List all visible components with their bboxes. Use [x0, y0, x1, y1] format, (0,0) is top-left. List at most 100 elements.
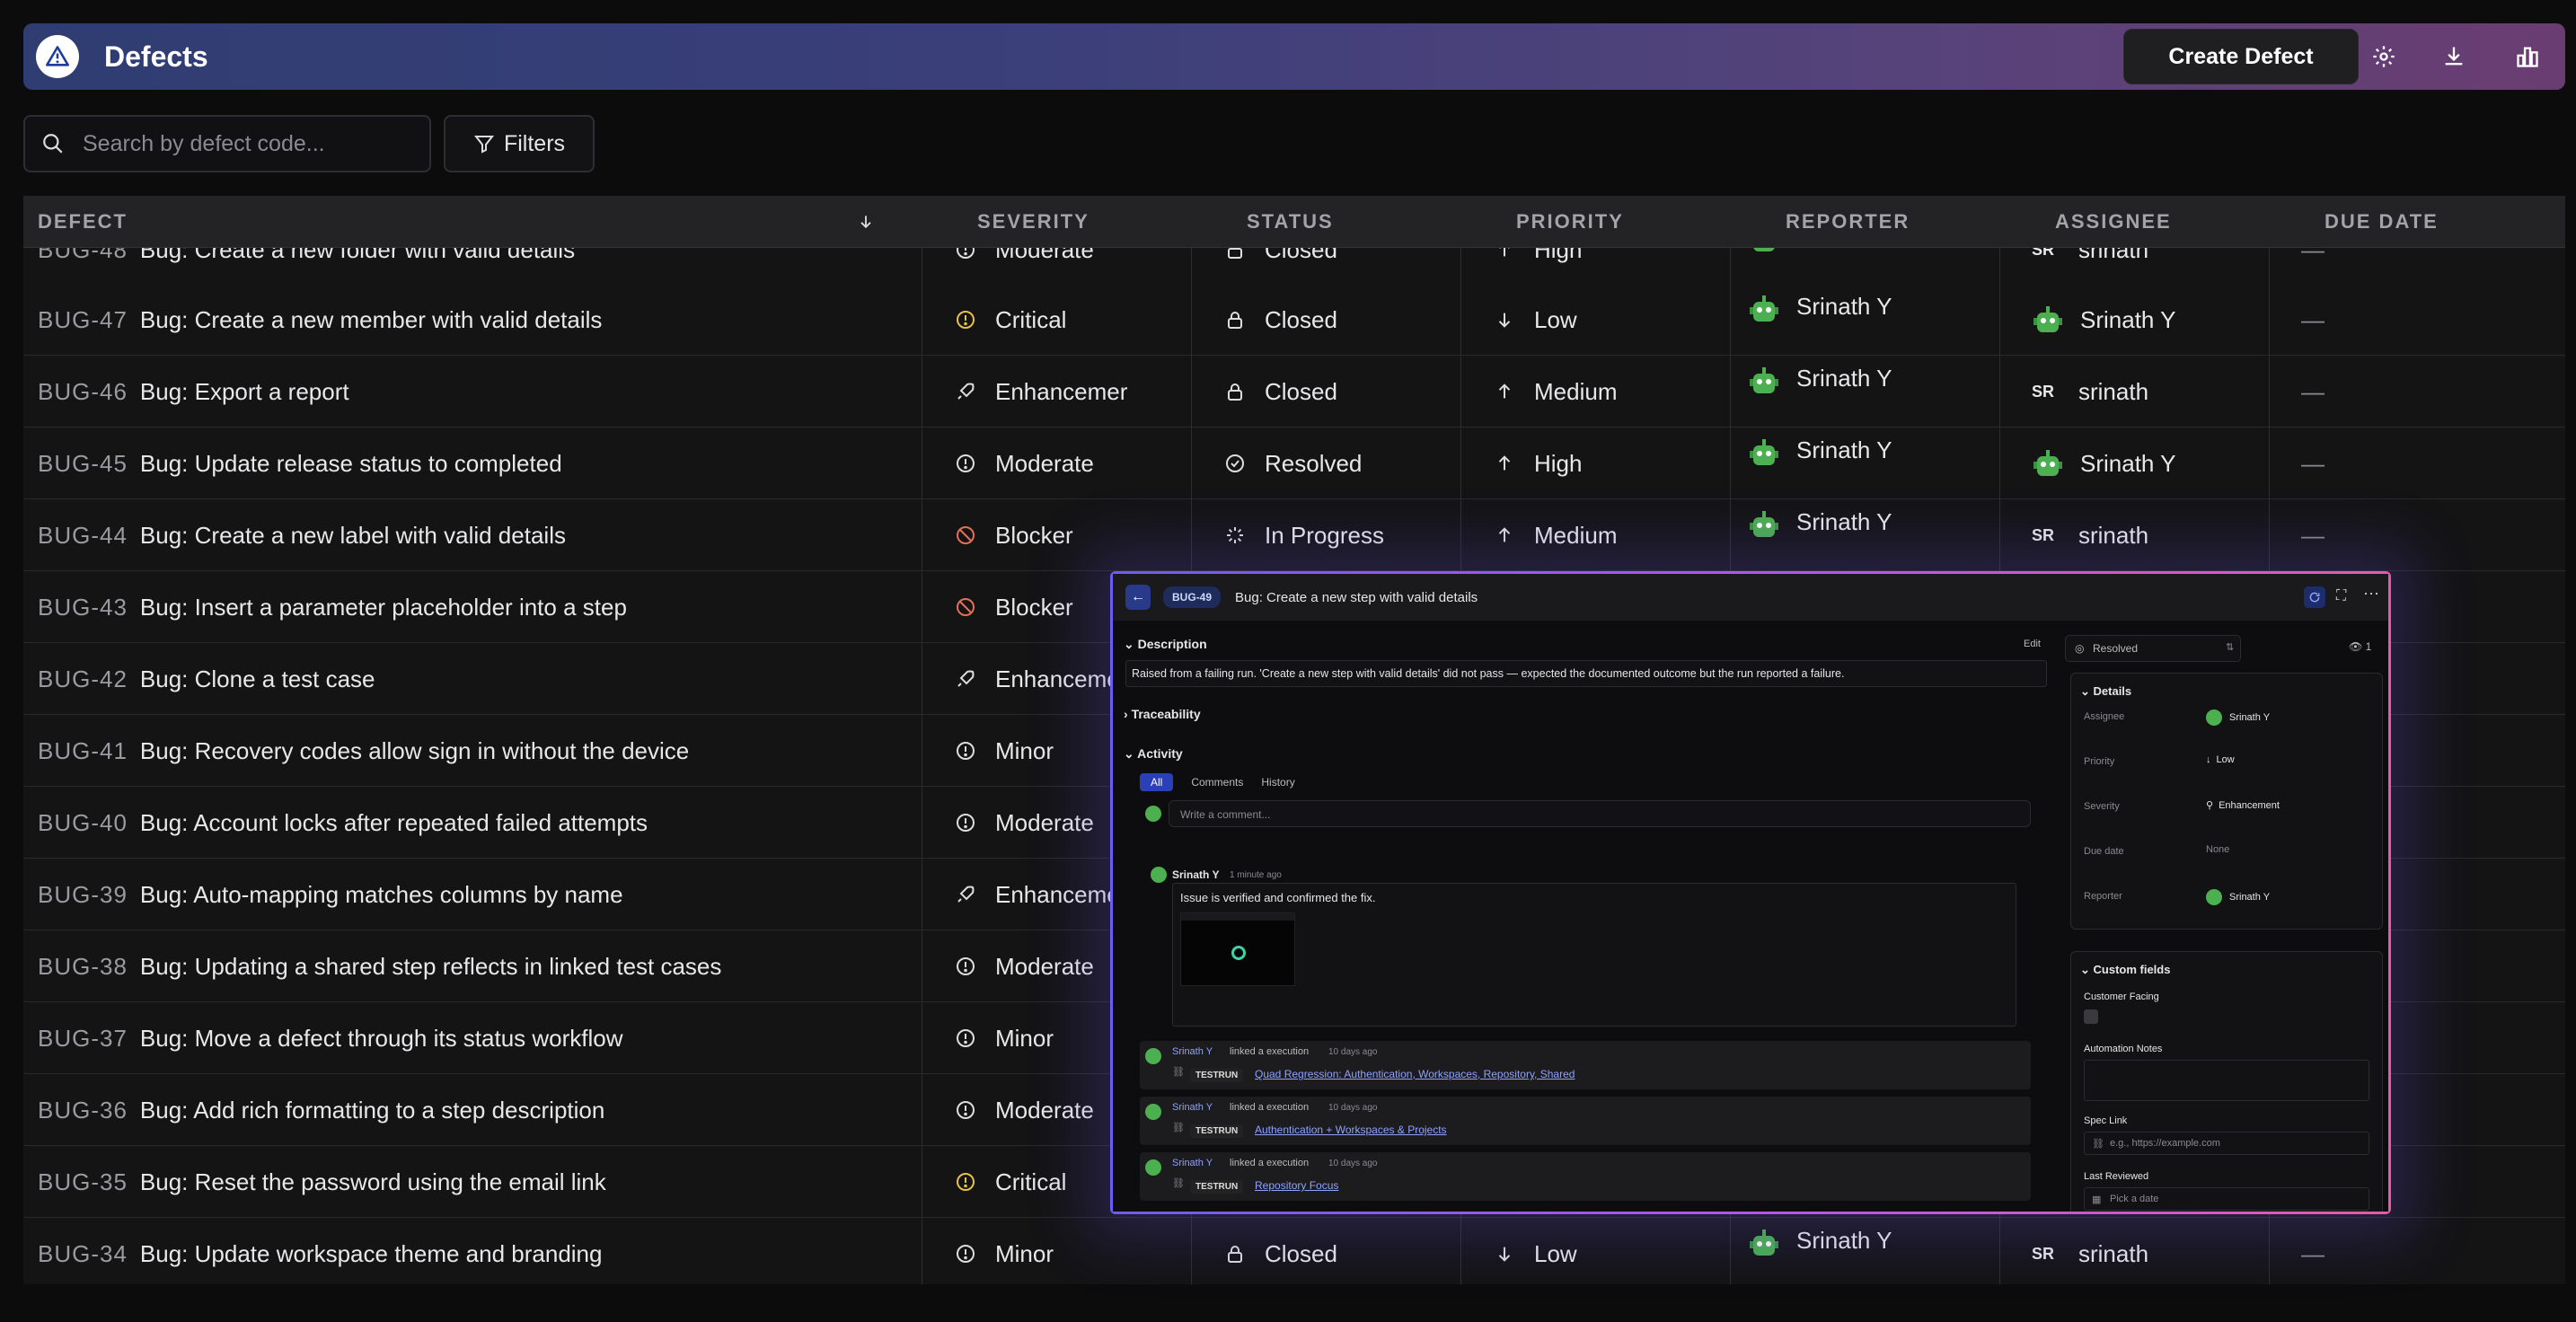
- defect-cell[interactable]: BUG-37 Bug: Move a defect through its sta…: [38, 1002, 918, 1074]
- link-icon: ⛓: [1172, 1178, 1185, 1189]
- column-header-reporter[interactable]: REPORTER: [1786, 196, 1910, 248]
- search-input[interactable]: Search by defect code...: [23, 115, 431, 172]
- activity-label: Activity: [1137, 746, 1183, 761]
- automation-notes-input[interactable]: [2084, 1060, 2369, 1101]
- defect-cell[interactable]: BUG-47 Bug: Create a new member with vali…: [38, 284, 918, 356]
- comment-input[interactable]: Write a comment...: [1169, 800, 2031, 827]
- assignee-cell: SR srinath: [2032, 1218, 2267, 1284]
- detail-value[interactable]: Srinath Y: [2206, 709, 2270, 726]
- column-header-priority[interactable]: PRIORITY: [1516, 196, 1624, 248]
- rocket-icon: [954, 667, 977, 691]
- reporter-cell: Srinath Y: [1748, 1218, 1998, 1284]
- comment-attachment-image[interactable]: [1180, 912, 1295, 986]
- last-reviewed-input[interactable]: ▦ Pick a date: [2084, 1187, 2369, 1211]
- detail-value[interactable]: ↓ Low: [2206, 754, 2235, 765]
- back-arrow-icon[interactable]: ←: [1125, 585, 1151, 610]
- due-date-cell: —: [2301, 356, 2536, 427]
- description-toggle[interactable]: ⌄ Description: [1124, 637, 1207, 652]
- settings-icon[interactable]: [2368, 40, 2400, 73]
- status-select[interactable]: ◎ Resolved ⇅: [2065, 635, 2241, 662]
- defect-cell[interactable]: BUG-36 Bug: Add rich formatting to a step…: [38, 1074, 918, 1146]
- customer-facing-checkbox[interactable]: [2084, 1009, 2098, 1024]
- info-icon: [954, 1098, 977, 1122]
- priority-label: Medium: [1534, 377, 1618, 405]
- tab-comments[interactable]: Comments: [1191, 776, 1243, 789]
- avatar: [2032, 447, 2064, 480]
- execution-link[interactable]: Authentication + Workspaces & Projects: [1255, 1124, 1447, 1136]
- due-date-value: —: [2301, 1239, 2325, 1267]
- due-date-value: —: [2301, 521, 2325, 549]
- reporter-cell: Srinath Y: [1748, 284, 1998, 356]
- defect-cell[interactable]: BUG-41 Bug: Recovery codes allow sign in …: [38, 715, 918, 787]
- table-row[interactable]: BUG-44 Bug: Create a new label with valid…: [23, 499, 2565, 571]
- detail-value[interactable]: Srinath Y: [2206, 889, 2270, 905]
- execution-link[interactable]: Repository Focus: [1255, 1179, 1338, 1192]
- detail-value[interactable]: None: [2206, 844, 2229, 855]
- defect-cell[interactable]: BUG-42 Bug: Clone a test case: [38, 643, 918, 715]
- defect-cell[interactable]: BUG-44 Bug: Create a new label with valid…: [38, 499, 918, 571]
- sort-arrow-down-icon[interactable]: [857, 196, 875, 248]
- activity-toggle[interactable]: ⌄ Activity: [1124, 746, 1183, 762]
- defect-code: BUG-38: [38, 952, 128, 980]
- defect-cell[interactable]: BUG-35 Bug: Reset the password using the …: [38, 1146, 918, 1218]
- details-card: ⌄ Details Assignee Srinath Y Priority ↓ Low S…: [2070, 673, 2383, 930]
- watchers[interactable]: 👁 1: [2349, 640, 2371, 653]
- automation-notes-label: Automation Notes: [2084, 1044, 2163, 1054]
- defect-title: Bug: Clone a test case: [139, 665, 375, 692]
- details-label[interactable]: ⌄ Details: [2080, 684, 2131, 699]
- traceability-toggle[interactable]: › Traceability: [1124, 707, 1201, 721]
- defect-cell[interactable]: BUG-45 Bug: Update release status to comp…: [38, 427, 918, 499]
- activity-time: 10 days ago: [1328, 1103, 1378, 1113]
- assignee-name: srinath: [2078, 377, 2149, 405]
- create-defect-button[interactable]: Create Defect: [2123, 29, 2359, 84]
- filters-button[interactable]: Filters: [444, 115, 595, 172]
- column-header-severity[interactable]: SEVERITY: [977, 196, 1090, 248]
- rocket-icon: [954, 380, 977, 403]
- defect-code: BUG-36: [38, 1096, 128, 1124]
- column-header-due-date[interactable]: DUE DATE: [2325, 196, 2439, 248]
- defect-cell[interactable]: BUG-39 Bug: Auto-mapping matches columns …: [38, 859, 918, 930]
- tab-history[interactable]: History: [1261, 776, 1294, 789]
- expand-icon[interactable]: ⛶: [2336, 588, 2346, 604]
- defect-cell[interactable]: BUG-43 Bug: Insert a parameter placeholde…: [38, 571, 918, 643]
- detail-value[interactable]: ⚲ Enhancement: [2206, 799, 2280, 811]
- refresh-icon[interactable]: [2304, 586, 2325, 608]
- edit-link[interactable]: Edit: [2024, 639, 2041, 649]
- severity-label: Moderate: [995, 1096, 1094, 1124]
- status-value: Resolved: [2093, 642, 2139, 655]
- assignee-cell: SR srinath: [2032, 499, 2267, 571]
- status-label: Closed: [1265, 377, 1337, 405]
- defect-cell[interactable]: BUG-46 Bug: Export a report: [38, 356, 918, 427]
- severity-cell: Blocker: [954, 499, 1189, 571]
- priority-cell: Low: [1493, 1218, 1728, 1284]
- execution-link[interactable]: Quad Regression: Authentication, Workspa…: [1255, 1068, 1575, 1080]
- custom-fields-label[interactable]: ⌄ Custom fields: [2080, 963, 2170, 977]
- column-header-defect[interactable]: DEFECT: [38, 196, 128, 248]
- download-icon[interactable]: [2438, 40, 2470, 73]
- spec-link-input[interactable]: ⛓ e.g., https://example.com: [2084, 1132, 2369, 1155]
- assignee-name: srinath: [2078, 521, 2149, 549]
- table-row[interactable]: BUG-47 Bug: Create a new member with vali…: [23, 284, 2565, 356]
- table-row[interactable]: BUG-46 Bug: Export a report Enhancemer Clos…: [23, 356, 2565, 427]
- chart-icon[interactable]: [2511, 40, 2544, 73]
- table-row[interactable]: BUG-45 Bug: Update release status to comp…: [23, 427, 2565, 499]
- activity-author: Srinath Y: [1172, 1158, 1213, 1168]
- table-row[interactable]: BUG-34 Bug: Update workspace theme and br…: [23, 1218, 2565, 1284]
- column-header-status[interactable]: STATUS: [1247, 196, 1334, 248]
- defect-cell[interactable]: BUG-38 Bug: Updating a shared step reflec…: [38, 930, 918, 1002]
- tab-all[interactable]: All: [1140, 773, 1174, 791]
- defect-title: Bug: Reset the password using the email …: [139, 1168, 606, 1195]
- blocker-icon: [954, 595, 977, 619]
- defect-title: Bug: Update release status to completed: [139, 449, 562, 477]
- due-date-cell: —: [2301, 499, 2536, 571]
- avatar-initials: SR: [2032, 1244, 2055, 1263]
- more-icon[interactable]: ⋯: [2363, 585, 2379, 604]
- defect-cell[interactable]: BUG-34 Bug: Update workspace theme and br…: [38, 1218, 918, 1284]
- defect-cell[interactable]: BUG-40 Bug: Account locks after repeated …: [38, 787, 918, 859]
- assignee-cell: SR srinath: [2032, 356, 2267, 427]
- defect-title: Bug: Updating a shared step reflects in …: [139, 952, 722, 980]
- traceability-label: Traceability: [1131, 707, 1201, 721]
- info-icon: [954, 1027, 977, 1050]
- priority-cell: Medium: [1493, 499, 1728, 571]
- column-header-assignee[interactable]: ASSIGNEE: [2055, 196, 2172, 248]
